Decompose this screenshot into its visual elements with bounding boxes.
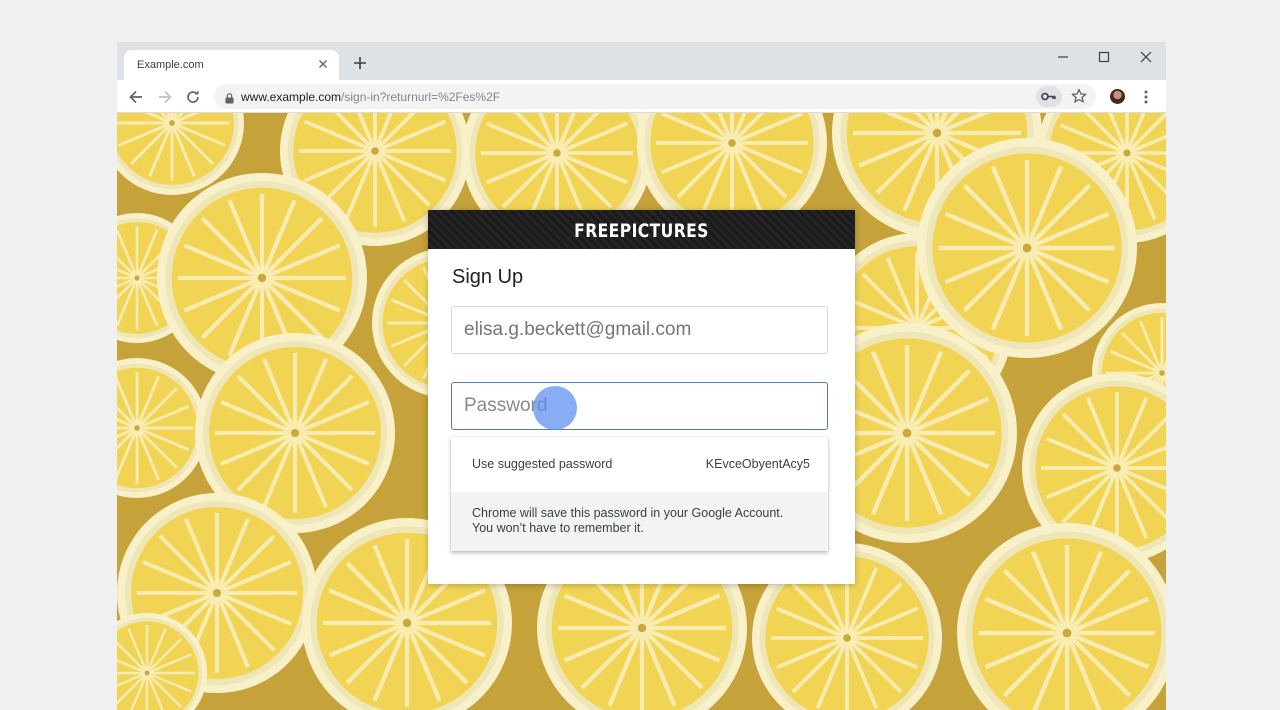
more-vert-icon[interactable] xyxy=(1137,87,1155,107)
url-path: /sign-in?returnurl=%2Fes%2F xyxy=(341,90,501,104)
star-icon[interactable] xyxy=(1069,86,1089,107)
avatar[interactable] xyxy=(1110,89,1125,104)
url-text: www.example.com/sign-in?returnurl=%2Fes%… xyxy=(241,90,500,104)
suggest-label: Use suggested password xyxy=(472,457,613,471)
brand-logo: FREEPICTURES xyxy=(574,220,709,242)
note-line-1: Chrome will save this password in your G… xyxy=(472,506,784,520)
click-cursor-indicator xyxy=(533,386,577,430)
brand-header: FREEPICTURES xyxy=(428,210,855,249)
back-arrow-icon[interactable] xyxy=(126,87,146,107)
password-field[interactable]: Password xyxy=(451,382,828,430)
password-suggestion-dropdown: Use suggested password KEvceObyentAcy5 C… xyxy=(451,437,828,551)
suggested-password-value: KEvceObyentAcy5 xyxy=(705,457,810,471)
browser-window: Example.com www.example.com/sign-in?retu… xyxy=(117,42,1166,710)
toolbar: www.example.com/sign-in?returnurl=%2Fes%… xyxy=(117,80,1166,113)
window-close-icon[interactable] xyxy=(1134,47,1158,67)
page-title: Sign Up xyxy=(452,266,524,288)
signup-card: FREEPICTURES Sign Up elisa.g.beckett@gma… xyxy=(428,210,855,584)
email-field-value: elisa.g.beckett@gmail.com xyxy=(464,319,692,340)
email-field[interactable]: elisa.g.beckett@gmail.com xyxy=(451,306,828,354)
tab-strip: Example.com xyxy=(117,42,1166,80)
page-content: FREEPICTURES Sign Up elisa.g.beckett@gma… xyxy=(117,113,1166,710)
forward-arrow-icon[interactable] xyxy=(155,87,175,107)
key-icon[interactable] xyxy=(1036,86,1062,107)
tab-title: Example.com xyxy=(137,59,204,71)
suggestion-footer-note: Chrome will save this password in your G… xyxy=(451,492,828,551)
url-host: www.example.com xyxy=(241,90,342,104)
maximize-icon[interactable] xyxy=(1092,47,1116,67)
lock-icon[interactable] xyxy=(225,91,234,104)
address-bar[interactable]: www.example.com/sign-in?returnurl=%2Fes%… xyxy=(214,84,1096,109)
note-line-2: You won’t have to remember it. xyxy=(472,521,644,535)
use-suggested-password-option[interactable]: Use suggested password KEvceObyentAcy5 xyxy=(451,437,828,492)
tab-example[interactable]: Example.com xyxy=(124,50,339,80)
minimize-icon[interactable] xyxy=(1051,47,1075,67)
new-tab-icon[interactable] xyxy=(351,54,369,72)
close-icon[interactable] xyxy=(316,57,330,71)
reload-icon[interactable] xyxy=(183,87,203,107)
